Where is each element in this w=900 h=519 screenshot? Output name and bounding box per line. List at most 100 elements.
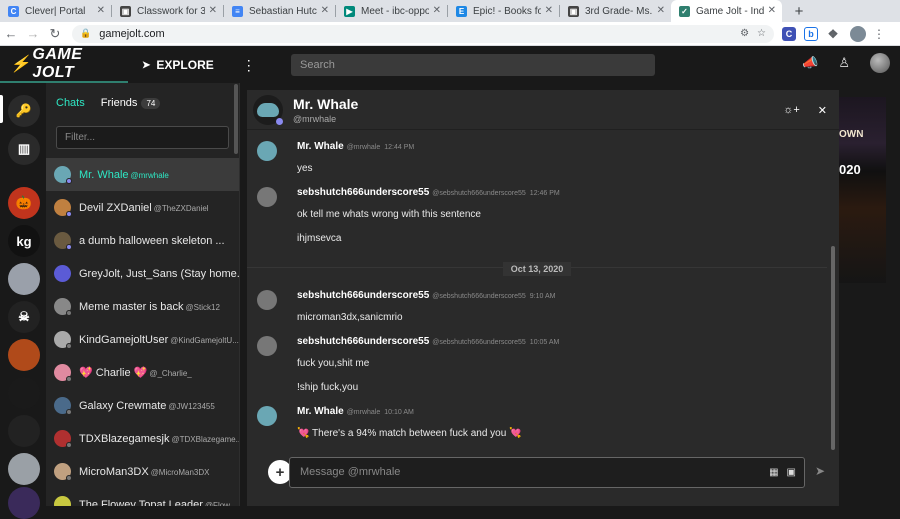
tab-favicon-icon: ✓: [679, 5, 690, 17]
chat-list-avatar: [54, 199, 72, 217]
image-icon[interactable]: ▣: [787, 467, 796, 478]
tab-title: Clever| Portal: [25, 5, 86, 17]
chat-list-item[interactable]: Meme master is back @Stick12: [46, 290, 239, 323]
message-text: !ship fuck,you: [297, 382, 359, 393]
chat-list-name: GreyJolt, Just_Sans (Stay home...: [79, 267, 239, 280]
filter-input[interactable]: Filter...: [56, 126, 229, 149]
tab-close-icon[interactable]: ✕: [768, 5, 776, 16]
tab-close-icon[interactable]: ✕: [209, 5, 217, 16]
browser-tab[interactable]: ▶ Meet - ibc-oppo ✕: [336, 0, 447, 22]
message-input[interactable]: Message @mrwhale ▦ ▣: [289, 457, 805, 488]
chat-list-item[interactable]: TDXBlazegamesjk @TDXBlazegame...: [46, 422, 239, 455]
chat-list-avatar: [54, 232, 72, 250]
url-field[interactable]: 🔒 gamejolt.com ⚙ ☆: [72, 24, 774, 43]
browser-menu-icon[interactable]: ⋮: [872, 27, 886, 41]
tab-friends[interactable]: Friends 74: [101, 97, 161, 109]
chat-list-name: The Flowey Topat Leader @Flow...: [79, 498, 237, 507]
message-avatar[interactable]: [257, 141, 277, 161]
chat-window: Mr. Whale @mrwhale ☼+ ✕ Oct 13, 2020 Mr.…: [247, 90, 839, 506]
tab-title: Sebastian Hutchens: [249, 5, 317, 17]
community-icon[interactable]: [8, 377, 40, 409]
message-avatar[interactable]: [257, 187, 277, 207]
address-bar: ← → ↻ 🔒 gamejolt.com ⚙ ☆ C b ❖ ⋮: [0, 22, 900, 46]
community-icon[interactable]: [8, 339, 40, 371]
send-icon[interactable]: ➤: [815, 464, 825, 478]
browser-tab[interactable]: ≡ Sebastian Hutchens ✕: [224, 0, 335, 22]
translate-icon[interactable]: ⚙: [740, 28, 749, 39]
clever-extension-icon[interactable]: C: [782, 26, 796, 41]
announcements-icon[interactable]: 📣: [802, 55, 818, 71]
bookmark-star-icon[interactable]: ☆: [757, 28, 766, 39]
message-header: sebshutch666underscore55 @sebshutch666und…: [297, 187, 560, 198]
new-tab-button[interactable]: +: [788, 0, 810, 22]
friends-icon[interactable]: ♙: [838, 55, 850, 71]
chat-list-item[interactable]: The Flowey Topat Leader @Flow...: [46, 488, 239, 506]
browser-tab[interactable]: ✓ Game Jolt - Indie g ✕: [671, 0, 782, 22]
message-avatar[interactable]: [257, 290, 277, 310]
chat-list-avatar: [54, 331, 72, 349]
tab-close-icon[interactable]: ✕: [97, 5, 105, 16]
community-icon[interactable]: 🔑: [8, 95, 40, 127]
tab-close-icon[interactable]: ✕: [657, 5, 665, 16]
chat-list-item[interactable]: a dumb halloween skeleton ...: [46, 224, 239, 257]
community-icon[interactable]: [8, 415, 40, 447]
gamejolt-logo[interactable]: ⚡ GAME JOLT: [0, 46, 128, 83]
message-text: fuck you,shit me: [297, 358, 370, 369]
message-avatar[interactable]: [257, 336, 277, 356]
user-avatar[interactable]: [870, 53, 890, 73]
browser-tabstrip: C Clever| Portal ✕ ▣ Classwork for 3rd g ✕ ≡ Se…: [0, 0, 900, 22]
site-search-input[interactable]: Search: [291, 54, 655, 76]
tab-chats[interactable]: Chats: [56, 97, 85, 109]
chat-header: Mr. Whale @mrwhale ☼+ ✕: [247, 90, 839, 130]
add-user-icon[interactable]: ☼+: [783, 104, 800, 117]
community-icon[interactable]: 🎃: [8, 187, 40, 219]
thumbnail-text-2: 020: [839, 162, 861, 177]
chat-list-avatar: [54, 364, 72, 382]
forward-button[interactable]: →: [22, 23, 44, 45]
profile-avatar[interactable]: [850, 25, 866, 42]
chat-list-item[interactable]: 💖 Charlie 💖 @_Charlie_: [46, 356, 239, 389]
extensions-puzzle-icon[interactable]: ❖: [826, 27, 840, 41]
reload-button[interactable]: ↻: [44, 23, 66, 45]
close-icon[interactable]: ✕: [818, 104, 827, 117]
chat-list-item[interactable]: Mr. Whale @mrwhale: [46, 158, 239, 191]
community-icon[interactable]: [8, 453, 40, 485]
chat-list-item[interactable]: Devil ZXDaniel @TheZXDaniel: [46, 191, 239, 224]
browser-tab[interactable]: C Clever| Portal ✕: [0, 0, 111, 22]
tab-close-icon[interactable]: ✕: [321, 5, 329, 16]
chat-list-name: Mr. Whale @mrwhale: [79, 168, 169, 181]
sidebar-scrollbar[interactable]: [234, 84, 238, 154]
chat-list-name: a dumb halloween skeleton ...: [79, 234, 225, 247]
gif-icon[interactable]: ▦: [769, 467, 778, 478]
browser-tab[interactable]: ▣ 3rd Grade- Ms.Pan ✕: [560, 0, 671, 22]
online-status-dot: [276, 117, 283, 125]
community-icon[interactable]: ☠: [8, 301, 40, 333]
chat-list-item[interactable]: MicroMan3DX @MicroMan3DX: [46, 455, 239, 488]
message-text: 💘 There's a 94% match between fuck and y…: [297, 428, 522, 439]
chat-list-name: KindGamejoltUser @KindGamejoltU...: [79, 333, 239, 346]
blocker-extension-icon[interactable]: b: [804, 26, 818, 41]
tab-favicon-icon: E: [456, 5, 467, 17]
more-menu-icon[interactable]: ⋮: [242, 57, 256, 74]
message-avatar[interactable]: [257, 406, 277, 426]
chat-avatar[interactable]: [253, 94, 283, 125]
message-text: yes: [297, 163, 313, 174]
tab-close-icon[interactable]: ✕: [433, 5, 441, 16]
community-icon[interactable]: kg: [8, 225, 40, 257]
browser-tab[interactable]: ▣ Classwork for 3rd g ✕: [112, 0, 223, 22]
community-icon[interactable]: [8, 487, 40, 519]
message-text: ihjmsevca: [297, 233, 342, 244]
chat-list-item[interactable]: Galaxy Crewmate @JW123455: [46, 389, 239, 422]
featured-thumbnail[interactable]: [839, 97, 886, 283]
chat-scrollbar[interactable]: [831, 246, 835, 450]
tab-close-icon[interactable]: ✕: [545, 5, 553, 16]
back-button[interactable]: ←: [0, 23, 22, 45]
browser-tab[interactable]: E Epic! - Books for Ki ✕: [448, 0, 559, 22]
community-icon[interactable]: ▥: [8, 133, 40, 165]
community-icon[interactable]: [8, 263, 40, 295]
chat-list-name: Devil ZXDaniel @TheZXDaniel: [79, 201, 209, 214]
explore-button[interactable]: ➤ EXPLORE: [142, 58, 214, 72]
chat-list-item[interactable]: GreyJolt, Just_Sans (Stay home...: [46, 257, 239, 290]
chat-list: Mr. Whale @mrwhale Devil ZXDaniel @TheZXDan…: [46, 158, 239, 506]
chat-list-item[interactable]: KindGamejoltUser @KindGamejoltU...: [46, 323, 239, 356]
